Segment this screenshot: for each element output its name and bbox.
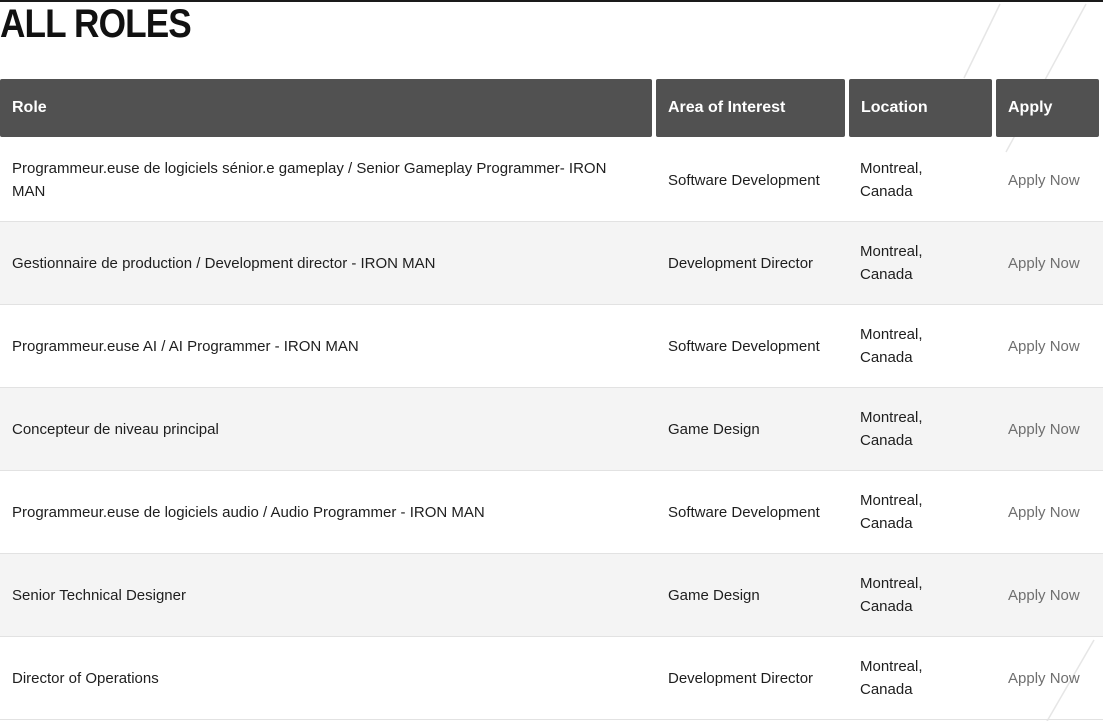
- table-row: Senior Technical Designer Game Design Mo…: [0, 554, 1103, 637]
- apply-now-link[interactable]: Apply Now: [1008, 637, 1103, 719]
- header-role: Role: [0, 79, 652, 137]
- table-row: Concepteur de niveau principal Game Desi…: [0, 388, 1103, 471]
- role-title[interactable]: Programmeur.euse de logiciels sénior.e g…: [12, 139, 642, 221]
- table-row: Programmeur.euse de logiciels audio / Au…: [0, 471, 1103, 554]
- table-row: Programmeur.euse de logiciels sénior.e g…: [0, 139, 1103, 222]
- location: Montreal, Canada: [860, 160, 923, 200]
- roles-page: ALL ROLES Role Area of Interest Location…: [0, 0, 1103, 721]
- location: Montreal, Canada: [860, 409, 923, 449]
- role-title[interactable]: Senior Technical Designer: [12, 554, 642, 636]
- apply-now-link[interactable]: Apply Now: [1008, 471, 1103, 553]
- roles-table-body: Programmeur.euse de logiciels sénior.e g…: [0, 139, 1103, 720]
- area-of-interest: Software Development: [668, 337, 820, 355]
- area-of-interest: Development Director: [668, 669, 814, 687]
- area-of-interest: Game Design: [668, 586, 760, 604]
- table-row: Programmeur.euse AI / AI Programmer - IR…: [0, 305, 1103, 388]
- area-of-interest: Development Director: [668, 254, 814, 272]
- location: Montreal, Canada: [860, 492, 923, 532]
- header-location: Location: [849, 79, 992, 137]
- table-row: Gestionnaire de production / Development…: [0, 222, 1103, 305]
- role-title[interactable]: Programmeur.euse AI / AI Programmer - IR…: [12, 305, 642, 387]
- area-of-interest: Software Development: [668, 171, 820, 189]
- apply-now-link[interactable]: Apply Now: [1008, 222, 1103, 304]
- header-area-of-interest: Area of Interest: [656, 79, 845, 137]
- area-of-interest: Software Development: [668, 503, 820, 521]
- apply-now-link[interactable]: Apply Now: [1008, 554, 1103, 636]
- location: Montreal, Canada: [860, 243, 923, 283]
- header-apply: Apply: [996, 79, 1099, 137]
- page-title: ALL ROLES: [0, 2, 192, 46]
- apply-now-link[interactable]: Apply Now: [1008, 139, 1103, 221]
- location: Montreal, Canada: [860, 326, 923, 366]
- area-of-interest: Game Design: [668, 420, 760, 438]
- role-title[interactable]: Gestionnaire de production / Development…: [12, 222, 642, 304]
- role-title[interactable]: Director of Operations: [12, 637, 642, 719]
- location: Montreal, Canada: [860, 658, 923, 698]
- table-row: Director of Operations Development Direc…: [0, 637, 1103, 720]
- role-title[interactable]: Programmeur.euse de logiciels audio / Au…: [12, 471, 642, 553]
- table-header: Role Area of Interest Location Apply: [0, 79, 1103, 137]
- apply-now-link[interactable]: Apply Now: [1008, 305, 1103, 387]
- location: Montreal, Canada: [860, 575, 923, 615]
- apply-now-link[interactable]: Apply Now: [1008, 388, 1103, 470]
- role-title[interactable]: Concepteur de niveau principal: [12, 388, 642, 470]
